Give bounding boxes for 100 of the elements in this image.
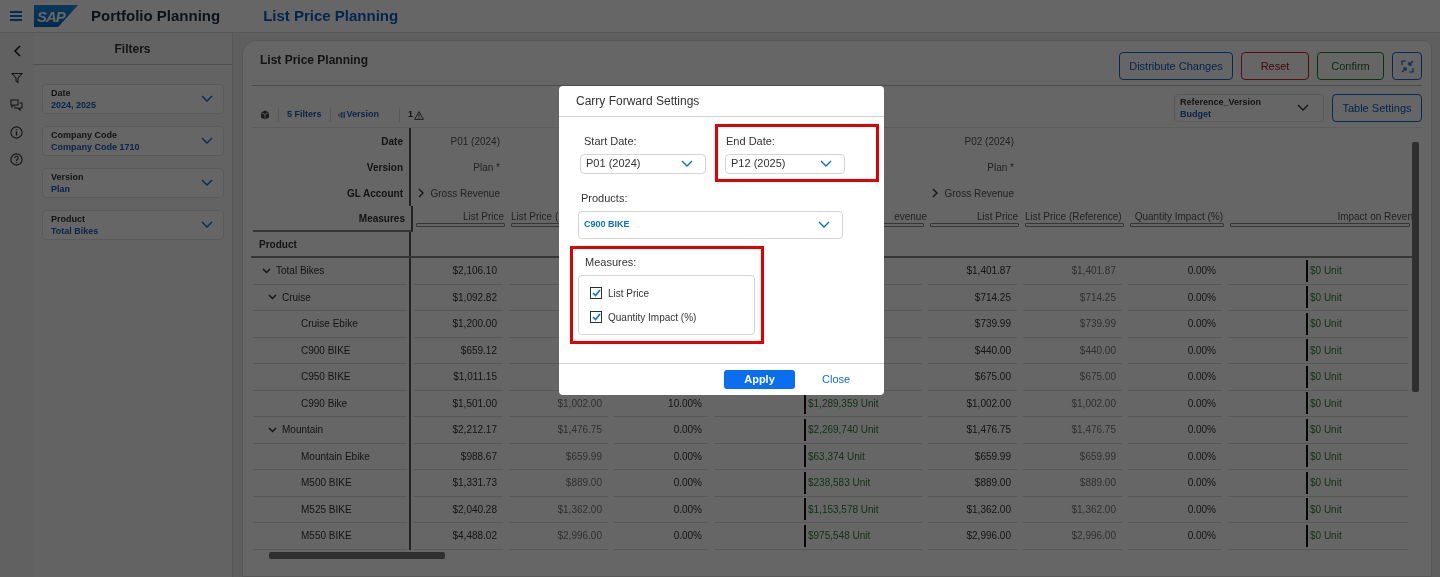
table-cell-text: $0 Unit <box>1310 529 1342 544</box>
table-cell-text: 0.00% <box>673 502 702 517</box>
table-cell-text: $1,501.00 <box>452 396 497 411</box>
table-cell-text: 0.00% <box>673 449 702 464</box>
row-label: Cruise Ebike <box>301 317 358 332</box>
table-cell-text: $1,362.00 <box>966 502 1011 517</box>
header-value: P02 (2024) <box>964 134 1014 149</box>
checkbox-label: Quantity Impact (%) <box>608 310 697 325</box>
filter-dropdown[interactable]: Date 2024, 2025 <box>42 84 224 114</box>
table-cell-text: $0 Unit <box>1310 502 1342 517</box>
row-header-label: Product <box>259 237 297 252</box>
table-cell-text: $1,331.73 <box>452 476 497 491</box>
table-cell-text: $0 Unit <box>1310 449 1342 464</box>
table-cell-text: 0.00% <box>1187 317 1216 332</box>
table-cell-text: $659.12 <box>460 343 497 358</box>
table-cell-text: $739.99 <box>974 317 1011 332</box>
table-cell-text: 0.00% <box>673 529 702 544</box>
table-cell-text: $0 Unit <box>1310 476 1342 491</box>
table-cell-text: $1,011.15 <box>453 370 497 385</box>
action-button[interactable]: Confirm <box>1317 52 1384 80</box>
app-title: Portfolio Planning <box>91 5 221 26</box>
header-value: Gross Revenue <box>944 186 1014 201</box>
header-value: P01 (2024) <box>450 134 500 149</box>
checkbox-label: List Price <box>608 286 650 301</box>
filter-value: Company Code 1710 <box>51 141 140 153</box>
table-cell-text: $0 Unit <box>1310 370 1342 385</box>
table-cell-text: $714.25 <box>974 290 1011 305</box>
filters-link[interactable]: 5 Filters <box>287 108 322 122</box>
column-header[interactable]: List Price <box>976 209 1018 219</box>
table-settings-button[interactable]: Table Settings <box>1332 94 1422 122</box>
row-label: M525 BIKE <box>301 502 352 517</box>
field-label: Start Date: <box>583 134 638 149</box>
table-cell-text: $4,488.02 <box>452 529 497 544</box>
dialog-button[interactable]: Close <box>821 370 852 389</box>
header-value: Gross Revenue <box>430 186 500 201</box>
column-header[interactable]: evenue <box>894 209 927 219</box>
table-cell-text: $0 Unit <box>1310 423 1342 438</box>
table-cell-text: $1,401.87 <box>966 264 1011 279</box>
filter-dropdown[interactable]: Version Plan <box>42 168 224 198</box>
table-cell-text: $988.67 <box>460 449 497 464</box>
row-label: C990 Bike <box>301 396 348 411</box>
reference-dropdown[interactable]: Reference_Version Budget <box>1174 94 1324 122</box>
table-cell-text: 10.00% <box>668 396 702 411</box>
table-cell-text: $1,002.00 <box>966 396 1011 411</box>
version-link[interactable]: Version <box>337 108 380 122</box>
table-cell-text: $0 Unit <box>1310 343 1342 358</box>
dropdown-value: P01 (2024) <box>586 156 641 172</box>
table-cell-text: $1,289,359 Unit <box>808 396 879 411</box>
row-label: Total Bikes <box>276 264 325 279</box>
table-cell-text: 0.00% <box>673 476 702 491</box>
table-cell-text: $1,092.82 <box>452 290 497 305</box>
table-cell-text: $675.00 <box>974 370 1011 385</box>
dialog-button[interactable]: Apply <box>724 370 795 389</box>
table-cell-text: 0.00% <box>1187 343 1216 358</box>
page-title: List Price Planning <box>263 5 399 26</box>
table-cell-text: 0.00% <box>1187 502 1216 517</box>
header-value: Plan * <box>473 160 500 175</box>
dropdown[interactable]: P01 (2024) <box>580 153 706 174</box>
row-label: Cruise <box>282 290 311 305</box>
dropdown[interactable]: C900 BIKE <box>578 210 843 239</box>
card-title: List Price Planning <box>260 52 369 69</box>
warnings-indicator[interactable]: 1 <box>408 108 425 122</box>
table-cell-text: 0.00% <box>1187 396 1216 411</box>
panel-title: Filters <box>114 40 151 58</box>
row-label: C900 BIKE <box>301 343 351 358</box>
action-button[interactable]: Reset <box>1241 52 1309 80</box>
table-cell-text: $2,040.28 <box>452 502 497 517</box>
filter-label: Product <box>51 213 86 225</box>
filter-value: Total Bikes <box>51 225 99 237</box>
table-cell-text: 0.00% <box>1187 264 1216 279</box>
field-label: Measures: <box>584 254 638 270</box>
dropdown-label: Reference_Version <box>1180 96 1262 108</box>
filter-label: Date <box>51 87 72 99</box>
table-cell-text: $975,548 Unit <box>808 529 871 544</box>
filter-label: Company Code <box>51 129 118 141</box>
filter-dropdown[interactable]: Product Total Bikes <box>42 210 224 240</box>
table-cell-text: 0.00% <box>673 423 702 438</box>
dialog-title: Carry Forward Settings <box>576 93 700 110</box>
table-cell-text: $0 Unit <box>1310 317 1342 332</box>
table-cell-text: $0 Unit <box>1310 290 1342 305</box>
logo: SAP <box>34 5 78 27</box>
column-header[interactable]: List Price <box>462 209 504 219</box>
action-button[interactable]: Distribute Changes <box>1119 52 1233 80</box>
table-cell-text: $0 Unit <box>1310 264 1342 279</box>
dropdown-value: C900 BIKE <box>584 217 630 231</box>
row-label: M500 BIKE <box>301 476 352 491</box>
table-cell-text: 0.00% <box>1187 423 1216 438</box>
table-cell-text: $238,583 Unit <box>808 476 871 491</box>
dropdown[interactable]: P12 (2025) <box>725 153 845 174</box>
filter-value: 2024, 2025 <box>51 99 97 111</box>
filter-dropdown[interactable]: Company Code Company Code 1710 <box>42 126 224 156</box>
table-cell-text: $889.00 <box>974 476 1011 491</box>
table-cell-text: $1,200.00 <box>452 317 497 332</box>
dropdown-value: Budget <box>1180 108 1212 120</box>
table-cell-text: 0.00% <box>1187 529 1216 544</box>
header-label: Date <box>381 134 403 149</box>
table-cell-text: 0.00% <box>1187 370 1216 385</box>
row-label: Mountain Ebike <box>301 449 370 464</box>
table-cell-text: 0.00% <box>1187 476 1216 491</box>
header-label: GL Account <box>346 186 403 201</box>
